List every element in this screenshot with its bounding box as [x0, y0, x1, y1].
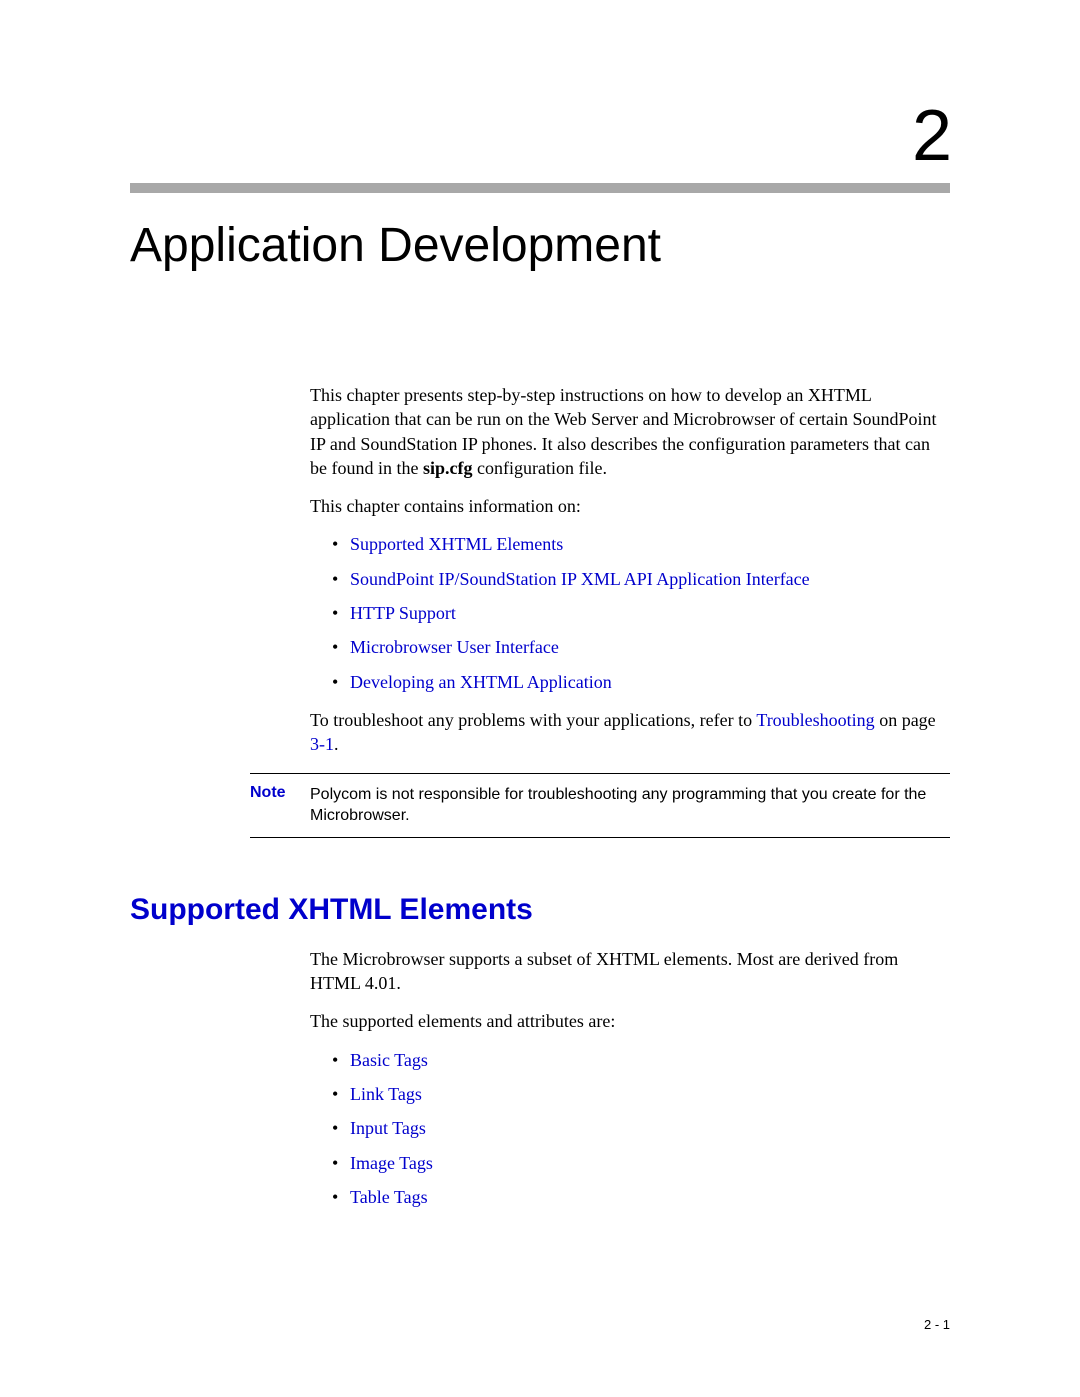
link-troubleshooting[interactable]: Troubleshooting	[756, 710, 874, 730]
link-image-tags[interactable]: Image Tags	[350, 1153, 433, 1173]
section-heading-supported-xhtml: Supported XHTML Elements	[130, 893, 950, 927]
link-basic-tags[interactable]: Basic Tags	[350, 1050, 428, 1070]
link-developing-xhtml-app[interactable]: Developing an XHTML Application	[350, 672, 612, 692]
list-item: Supported XHTML Elements	[332, 532, 950, 556]
page-number: 2 - 1	[924, 1317, 950, 1332]
list-item: Input Tags	[332, 1116, 950, 1140]
section-paragraph-1: The Microbrowser supports a subset of XH…	[310, 947, 950, 996]
link-http-support[interactable]: HTTP Support	[350, 603, 456, 623]
list-item: Image Tags	[332, 1151, 950, 1175]
note-text: Polycom is not responsible for troublesh…	[310, 784, 950, 827]
troubleshoot-paragraph: To troubleshoot any problems with your a…	[310, 708, 950, 757]
note-box: Note Polycom is not responsible for trou…	[250, 773, 950, 838]
text: configuration file.	[472, 458, 606, 478]
link-link-tags[interactable]: Link Tags	[350, 1084, 422, 1104]
text: .	[334, 734, 339, 754]
link-troubleshooting-page[interactable]: 3-1	[310, 734, 334, 754]
list-item: Table Tags	[332, 1185, 950, 1209]
list-item: Microbrowser User Interface	[332, 635, 950, 659]
link-xml-api[interactable]: SoundPoint IP/SoundStation IP XML API Ap…	[350, 569, 810, 589]
tags-list: Basic Tags Link Tags Input Tags Image Ta…	[310, 1048, 950, 1209]
intro-paragraph-2: This chapter contains information on:	[310, 494, 950, 518]
text: on page	[875, 710, 936, 730]
section-paragraph-2: The supported elements and attributes ar…	[310, 1009, 950, 1033]
intro-paragraph-1: This chapter presents step-by-step instr…	[310, 383, 950, 480]
divider	[130, 183, 950, 193]
link-input-tags[interactable]: Input Tags	[350, 1118, 426, 1138]
text: This chapter presents step-by-step instr…	[310, 385, 937, 478]
config-filename: sip.cfg	[423, 458, 473, 478]
list-item: Basic Tags	[332, 1048, 950, 1072]
list-item: Link Tags	[332, 1082, 950, 1106]
link-table-tags[interactable]: Table Tags	[350, 1187, 428, 1207]
note-label: Note	[250, 784, 310, 802]
chapter-toc-list: Supported XHTML Elements SoundPoint IP/S…	[310, 532, 950, 693]
chapter-title: Application Development	[130, 218, 950, 273]
text: To troubleshoot any problems with your a…	[310, 710, 756, 730]
list-item: Developing an XHTML Application	[332, 670, 950, 694]
link-supported-xhtml-elements[interactable]: Supported XHTML Elements	[350, 534, 563, 554]
list-item: SoundPoint IP/SoundStation IP XML API Ap…	[332, 567, 950, 591]
list-item: HTTP Support	[332, 601, 950, 625]
link-microbrowser-ui[interactable]: Microbrowser User Interface	[350, 637, 559, 657]
chapter-number: 2	[130, 95, 950, 177]
